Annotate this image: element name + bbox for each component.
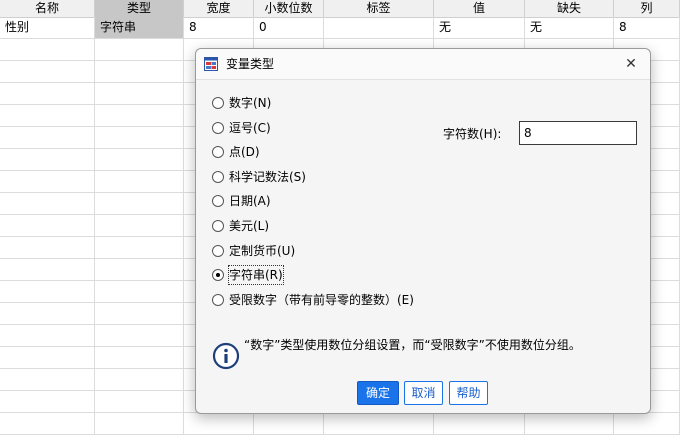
empty-cell[interactable] (95, 303, 184, 324)
ok-button[interactable]: 确定 (357, 381, 399, 405)
empty-cell[interactable] (0, 259, 95, 280)
empty-cell[interactable] (434, 413, 525, 434)
empty-cell[interactable] (95, 61, 184, 82)
cell-columns[interactable]: 8 (614, 17, 680, 38)
empty-cell[interactable] (0, 391, 95, 412)
column-header-name[interactable]: 名称 (0, 0, 95, 17)
table-row: 性别 字符串 8 0 无 无 8 (0, 17, 680, 39)
column-header-label[interactable]: 标签 (324, 0, 434, 17)
empty-cell[interactable] (525, 413, 614, 434)
radio-label: 逗号(C) (229, 121, 271, 135)
empty-cell[interactable] (0, 127, 95, 148)
empty-cell[interactable] (0, 369, 95, 390)
column-header-type[interactable]: 类型 (95, 0, 184, 17)
empty-cell[interactable] (0, 281, 95, 302)
info-text: “数字”类型使用数位分组设置，而“受限数字”不使用数位分组。 (244, 338, 581, 352)
cell-decimals[interactable]: 0 (254, 17, 324, 38)
cell-name[interactable]: 性别 (0, 17, 95, 38)
variable-type-dialog: 变量类型 ✕ 数字(N) 逗号(C) 点(D) 科学记数法(S) 日期(A) 美元(L) 定… (195, 48, 651, 414)
cell-values[interactable]: 无 (434, 17, 525, 38)
dialog-titlebar: 变量类型 ✕ (196, 49, 650, 80)
empty-cell[interactable] (0, 237, 95, 258)
cell-label[interactable] (324, 17, 434, 38)
column-header-decimals[interactable]: 小数位数 (254, 0, 324, 17)
cancel-button[interactable]: 取消 (404, 381, 443, 405)
empty-cell[interactable] (95, 325, 184, 346)
help-button[interactable]: 帮助 (449, 381, 488, 405)
radio-unselected-icon[interactable] (212, 294, 224, 306)
cell-missing[interactable]: 无 (525, 17, 614, 38)
empty-cell[interactable] (95, 369, 184, 390)
empty-cell[interactable] (0, 347, 95, 368)
empty-cell[interactable] (254, 413, 324, 434)
empty-cell[interactable] (0, 325, 95, 346)
radio-unselected-icon[interactable] (212, 171, 224, 183)
empty-cell[interactable] (95, 391, 184, 412)
chars-label: 字符数(H): (443, 127, 502, 141)
empty-cell[interactable] (0, 171, 95, 192)
radio-label: 数字(N) (229, 96, 272, 110)
empty-cell[interactable] (0, 83, 95, 104)
chars-input[interactable] (519, 121, 637, 145)
dialog-title: 变量类型 (226, 57, 275, 71)
empty-cell[interactable] (184, 413, 254, 434)
radio-unselected-icon[interactable] (212, 220, 224, 232)
column-header-width[interactable]: 宽度 (184, 0, 254, 17)
empty-cell[interactable] (614, 413, 680, 434)
column-header-values[interactable]: 值 (434, 0, 525, 17)
radio-unselected-icon[interactable] (212, 146, 224, 158)
radio-unselected-icon[interactable] (212, 122, 224, 134)
empty-cell[interactable] (95, 105, 184, 126)
radio-unselected-icon[interactable] (212, 97, 224, 109)
radio-unselected-icon[interactable] (212, 245, 224, 257)
empty-cell[interactable] (95, 215, 184, 236)
empty-cell[interactable] (95, 127, 184, 148)
radio-selected-icon[interactable] (212, 269, 224, 281)
radio-label: 日期(A) (229, 194, 271, 208)
radio-label: 字符串(R) (228, 265, 284, 285)
radio-label: 科学记数法(S) (229, 170, 306, 184)
empty-cell[interactable] (95, 39, 184, 60)
empty-cell[interactable] (95, 83, 184, 104)
radio-label: 美元(L) (229, 219, 270, 233)
column-header-missing[interactable]: 缺失 (525, 0, 614, 17)
empty-cell[interactable] (95, 413, 184, 434)
empty-cell[interactable] (95, 281, 184, 302)
radio-label: 受限数字（带有前导零的整数）(E) (229, 293, 414, 307)
empty-cell[interactable] (95, 193, 184, 214)
empty-cell[interactable] (0, 413, 95, 434)
empty-cell[interactable] (0, 303, 95, 324)
empty-cell[interactable] (0, 193, 95, 214)
empty-cell[interactable] (95, 149, 184, 170)
table-row (0, 413, 680, 435)
empty-cell[interactable] (0, 105, 95, 126)
empty-cell[interactable] (0, 215, 95, 236)
empty-cell[interactable] (95, 259, 184, 280)
empty-cell[interactable] (0, 39, 95, 60)
empty-cell[interactable] (95, 237, 184, 258)
empty-cell[interactable] (0, 149, 95, 170)
app-icon (204, 57, 218, 71)
empty-cell[interactable] (0, 61, 95, 82)
radio-label: 点(D) (229, 145, 260, 159)
info-icon (212, 342, 240, 370)
empty-cell[interactable] (324, 413, 434, 434)
close-button[interactable]: ✕ (622, 55, 640, 73)
empty-cell[interactable] (95, 171, 184, 192)
cell-width[interactable]: 8 (184, 17, 254, 38)
column-header-row: 名称 类型 宽度 小数位数 标签 值 缺失 列 (0, 0, 680, 18)
column-header-columns[interactable]: 列 (614, 0, 680, 17)
cell-type[interactable]: 字符串 (95, 17, 184, 38)
empty-cell[interactable] (95, 347, 184, 368)
radio-label: 定制货币(U) (229, 244, 296, 258)
radio-unselected-icon[interactable] (212, 195, 224, 207)
